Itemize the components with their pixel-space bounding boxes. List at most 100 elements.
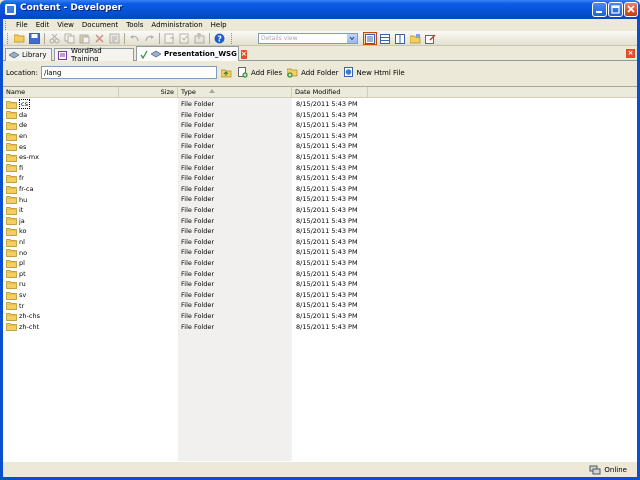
menu-administration[interactable]: Administration: [147, 21, 206, 29]
copy-icon: [64, 33, 75, 43]
tab-presentation-wsg[interactable]: Presentation_WSG ×: [136, 46, 247, 61]
open-button[interactable]: [13, 32, 26, 45]
save-icon: [29, 32, 40, 44]
maximize-button[interactable]: [608, 2, 623, 17]
column-header-date-modified[interactable]: Date Modified: [292, 87, 368, 98]
folder-icon: [6, 259, 17, 268]
list-item[interactable]: tr File Folder 8/15/2011 5:43 PM: [3, 300, 637, 311]
item-type: File Folder: [181, 280, 215, 289]
list-item[interactable]: hu File Folder 8/15/2011 5:43 PM: [3, 194, 637, 205]
item-name-label: nl: [19, 238, 25, 247]
list-item[interactable]: it File Folder 8/15/2011 5:43 PM: [3, 205, 637, 216]
item-name-label: tr: [19, 301, 25, 310]
chevron-down-icon[interactable]: [347, 34, 357, 43]
cut-button[interactable]: [48, 32, 61, 45]
list-view-button[interactable]: [378, 32, 392, 45]
delete-button[interactable]: [93, 32, 106, 45]
list-item[interactable]: cs File Folder 8/15/2011 5:43 PM: [3, 99, 637, 110]
list-item[interactable]: sv File Folder 8/15/2011 5:43 PM: [3, 290, 637, 301]
list-item[interactable]: nl File Folder 8/15/2011 5:43 PM: [3, 237, 637, 248]
publish-button[interactable]: [193, 32, 206, 45]
list-item[interactable]: fi File Folder 8/15/2011 5:43 PM: [3, 163, 637, 174]
check-out-button[interactable]: [163, 32, 176, 45]
list-item[interactable]: da File Folder 8/15/2011 5:43 PM: [3, 110, 637, 121]
add-folder-button[interactable]: Add Folder: [287, 67, 339, 78]
copy-button[interactable]: [63, 32, 76, 45]
list-item[interactable]: es-mx File Folder 8/15/2011 5:43 PM: [3, 152, 637, 163]
folder-icon: [6, 110, 17, 120]
connection-status-label: Online: [604, 466, 627, 474]
location-input[interactable]: /lang: [40, 66, 217, 79]
title-bar: Content - Developer: [0, 0, 640, 19]
list-item[interactable]: ko File Folder 8/15/2011 5:43 PM: [3, 226, 637, 237]
list-item[interactable]: pl File Folder 8/15/2011 5:43 PM: [3, 258, 637, 269]
edit-content-button[interactable]: [423, 32, 437, 45]
item-date-modified: 8/15/2011 5:43 PM: [296, 195, 358, 204]
list-item[interactable]: en File Folder 8/15/2011 5:43 PM: [3, 131, 637, 142]
item-name: en: [6, 131, 27, 142]
menu-help[interactable]: Help: [207, 21, 231, 29]
item-date-modified: 8/15/2011 5:43 PM: [296, 121, 358, 130]
item-name-label: ko: [19, 227, 27, 236]
open-folder-icon: [14, 34, 25, 43]
menu-document[interactable]: Document: [78, 21, 122, 29]
toolbar-grip[interactable]: [231, 32, 234, 44]
network-icon: [589, 465, 601, 475]
new-html-file-button[interactable]: New Html File: [343, 67, 405, 78]
item-name-label: pt: [19, 269, 26, 278]
app-icon: [5, 4, 16, 15]
undo-button[interactable]: [128, 32, 141, 45]
close-all-tabs-icon[interactable]: ×: [626, 49, 635, 58]
redo-button[interactable]: [143, 32, 156, 45]
details-view-button[interactable]: [363, 32, 377, 45]
paste-icon: [79, 34, 90, 43]
folder-icon: [6, 163, 17, 173]
list-item[interactable]: de File Folder 8/15/2011 5:43 PM: [3, 120, 637, 131]
properties-button[interactable]: [108, 32, 121, 45]
help-button[interactable]: ?: [213, 32, 226, 45]
menu-grip[interactable]: [5, 20, 8, 30]
location-bar: Location: /lang Add Files Add Folder New…: [3, 61, 637, 84]
paste-button[interactable]: [78, 32, 91, 45]
menu-file[interactable]: File: [12, 21, 32, 29]
up-folder-button[interactable]: [220, 66, 233, 79]
list-item[interactable]: zh-cht File Folder 8/15/2011 5:43 PM: [3, 322, 637, 333]
list-item[interactable]: no File Folder 8/15/2011 5:43 PM: [3, 247, 637, 258]
minimize-button[interactable]: [592, 2, 607, 17]
column-size-label: Size: [160, 88, 174, 96]
list-item[interactable]: es File Folder 8/15/2011 5:43 PM: [3, 141, 637, 152]
item-type: File Folder: [181, 216, 215, 225]
toolbar-grip[interactable]: [7, 32, 10, 44]
menu-tools[interactable]: Tools: [122, 21, 147, 29]
item-name: it: [6, 205, 23, 216]
list-item[interactable]: fr-ca File Folder 8/15/2011 5:43 PM: [3, 184, 637, 195]
close-tab-icon[interactable]: ×: [240, 49, 247, 59]
list-item[interactable]: zh-chs File Folder 8/15/2011 5:43 PM: [3, 311, 637, 322]
tab-library[interactable]: Library: [5, 48, 52, 61]
folder-icon: [6, 269, 17, 279]
item-date-modified: 8/15/2011 5:43 PM: [296, 269, 358, 278]
list-header: Name Size Type Date Modified: [3, 87, 637, 98]
split-view-button[interactable]: [393, 32, 407, 45]
column-header-name[interactable]: Name: [3, 87, 119, 98]
menu-edit[interactable]: Edit: [32, 21, 54, 29]
item-date-modified: 8/15/2011 5:43 PM: [296, 227, 358, 236]
list-item[interactable]: ru File Folder 8/15/2011 5:43 PM: [3, 279, 637, 290]
folder-properties-button[interactable]: [408, 32, 422, 45]
item-name-label: no: [19, 248, 28, 257]
list-item[interactable]: fr File Folder 8/15/2011 5:43 PM: [3, 173, 637, 184]
item-name: pt: [6, 269, 26, 280]
tab-wordpad-training[interactable]: WordPad Training: [54, 47, 134, 63]
list-item[interactable]: ja File Folder 8/15/2011 5:43 PM: [3, 216, 637, 227]
add-files-button[interactable]: Add Files: [237, 67, 282, 78]
list-item[interactable]: pt File Folder 8/15/2011 5:43 PM: [3, 269, 637, 280]
column-header-size[interactable]: Size: [119, 87, 178, 98]
list-view-icon: [380, 33, 390, 44]
check-in-button[interactable]: [178, 32, 191, 45]
menu-view[interactable]: View: [53, 21, 78, 29]
save-button[interactable]: [28, 32, 41, 45]
item-name-label: zh-chs: [19, 312, 40, 321]
column-header-type[interactable]: Type: [178, 87, 292, 98]
close-window-button[interactable]: [624, 2, 638, 17]
view-select[interactable]: Details view: [258, 33, 358, 44]
